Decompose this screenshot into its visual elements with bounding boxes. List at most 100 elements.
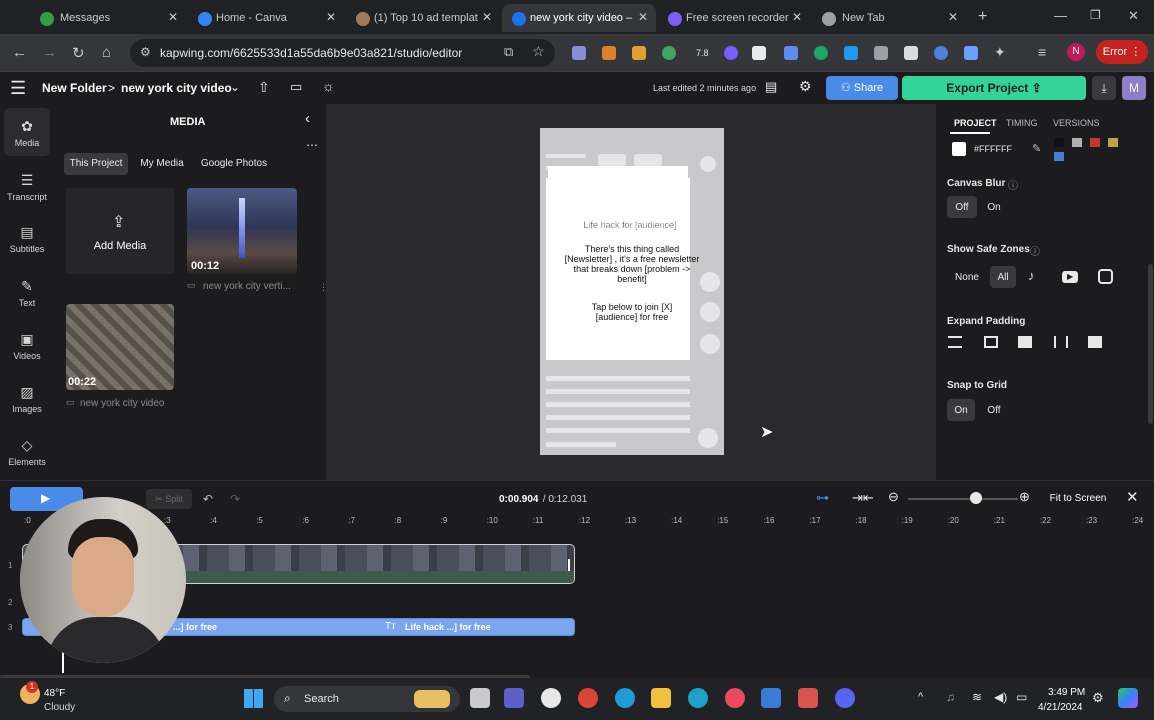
forward-arrow-icon[interactable]: → <box>42 44 57 61</box>
error-button[interactable]: Error ⋮ <box>1096 40 1148 64</box>
padding-sides-icon[interactable] <box>984 336 998 348</box>
swatch[interactable] <box>1108 138 1118 147</box>
install-app-icon[interactable]: ⧉ <box>504 44 513 60</box>
rail-item-text[interactable]: ✎ Text <box>0 278 54 308</box>
weather-desc[interactable]: Cloudy <box>44 702 75 713</box>
close-icon[interactable]: ✕ <box>482 10 492 24</box>
user-avatar[interactable]: M <box>1122 76 1146 100</box>
extension-icon[interactable] <box>572 46 586 60</box>
extension-icon[interactable] <box>632 46 646 60</box>
edge-icon[interactable] <box>688 688 708 708</box>
cortana-icon[interactable] <box>615 688 635 708</box>
clock-date[interactable]: 4/21/2024 <box>1038 702 1083 713</box>
extensions-puzzle-icon[interactable]: ✦ <box>994 44 1006 61</box>
undo-icon[interactable]: ↶ <box>203 492 213 506</box>
rail-item-media[interactable]: ✿ Media <box>0 118 54 148</box>
canvas-blur-off[interactable]: Off <box>947 196 977 218</box>
theme-sun-icon[interactable]: ☼ <box>322 78 335 94</box>
extension-icon[interactable] <box>784 46 798 60</box>
rail-item-videos[interactable]: ▣ Videos <box>0 331 54 361</box>
chrome-icon[interactable] <box>578 688 598 708</box>
padding-center-icon[interactable] <box>1018 336 1032 348</box>
rail-item-transcript[interactable]: ☰ Transcript <box>0 172 54 202</box>
hex-color-value[interactable]: #FFFFFF <box>974 144 1012 154</box>
copilot-icon[interactable] <box>1118 688 1138 708</box>
color-swatch-current[interactable] <box>952 142 966 156</box>
settings-gear-icon[interactable]: ⚙ <box>799 78 812 95</box>
clip-trim-handle[interactable] <box>568 559 570 571</box>
task-view-icon[interactable] <box>470 688 490 708</box>
bookmark-star-icon[interactable]: ☆ <box>532 43 545 60</box>
tab-ad-templates[interactable]: (1) Top 10 ad templat ✕ <box>344 4 500 32</box>
extension-icon[interactable] <box>752 46 766 60</box>
site-info-icon[interactable]: ⚙ <box>140 45 151 59</box>
snap-magnet-icon[interactable]: ⊶ <box>816 490 829 506</box>
extension-icon[interactable] <box>874 46 888 60</box>
close-icon[interactable]: ✕ <box>326 10 336 24</box>
fit-to-screen-button[interactable]: Fit to Screen <box>1042 487 1114 511</box>
help-icon[interactable]: ⓘ <box>1030 243 1040 258</box>
slack-icon[interactable] <box>725 688 745 708</box>
tab-canva[interactable]: Home - Canva ✕ <box>186 4 344 32</box>
tab-kapwing-editor[interactable]: new york city video – ✕ <box>502 4 656 32</box>
caption-headline[interactable]: Life hack for [audience] <box>554 220 706 230</box>
file-explorer-icon[interactable] <box>651 688 671 708</box>
home-icon[interactable]: ⌂ <box>102 44 111 61</box>
store-icon[interactable] <box>761 688 781 708</box>
swatch[interactable] <box>1054 138 1064 147</box>
rail-item-subtitles[interactable]: ▤ Subtitles <box>0 224 54 254</box>
tab-google-photos[interactable]: Google Photos <box>198 153 270 175</box>
comments-icon[interactable]: ▤ <box>765 79 777 95</box>
taskbar-search[interactable]: ⌕ Search <box>274 686 460 712</box>
share-button[interactable]: ⚇ Share <box>826 76 898 100</box>
battery-icon[interactable]: ▭ <box>1016 690 1027 704</box>
new-tab-plus-icon[interactable]: + <box>978 8 987 26</box>
zoom-slider-thumb[interactable] <box>970 492 983 504</box>
snap-grid-on[interactable]: On <box>947 399 975 421</box>
export-project-button[interactable]: Export Project ⇪ <box>902 76 1086 100</box>
padding-top-bottom-icon[interactable] <box>948 336 962 348</box>
canvas-blur-on[interactable]: On <box>980 196 1008 218</box>
dell-icon[interactable] <box>541 688 561 708</box>
extension-icon[interactable] <box>662 46 676 60</box>
profile-avatar[interactable]: N <box>1067 43 1085 61</box>
zoom-in-icon[interactable]: ⊕ <box>1019 489 1030 505</box>
extension-icon[interactable] <box>814 46 828 60</box>
minimize-icon[interactable]: — <box>1054 8 1067 23</box>
close-timeline-icon[interactable]: ✕ <box>1126 488 1139 506</box>
swatch[interactable] <box>1090 138 1100 147</box>
add-media-button[interactable]: ⇪ Add Media <box>66 188 174 274</box>
tab-project[interactable]: PROJECT <box>954 118 997 128</box>
tab-screen-recorder[interactable]: Free screen recorder ✕ <box>658 4 810 32</box>
extension-icon[interactable] <box>964 46 978 60</box>
window-close-icon[interactable]: ✕ <box>1128 8 1139 24</box>
extension-icon[interactable] <box>934 46 948 60</box>
swatch[interactable] <box>1072 138 1082 147</box>
instagram-icon[interactable] <box>1098 269 1113 284</box>
reload-icon[interactable]: ↻ <box>72 44 85 62</box>
padding-vertical-icon[interactable] <box>1054 336 1068 348</box>
extension-icon[interactable] <box>724 46 738 60</box>
caption-cta[interactable]: Tap below to join [X] [audience] for fre… <box>574 302 690 322</box>
microphone-icon[interactable]: ♫ <box>946 690 955 704</box>
tab-search-icon[interactable]: ≡ <box>1038 44 1046 60</box>
panel-scrollbar[interactable] <box>1148 264 1153 424</box>
tab-my-media[interactable]: My Media <box>134 153 190 175</box>
app-icon[interactable] <box>798 688 818 708</box>
close-icon[interactable]: ✕ <box>638 10 648 24</box>
clock-time[interactable]: 3:49 PM <box>1048 687 1085 698</box>
media-thumbnail-nyc-vertical[interactable]: 00:12 <box>187 188 297 274</box>
discord-icon[interactable] <box>835 688 855 708</box>
tab-versions[interactable]: VERSIONS <box>1053 118 1100 128</box>
eyedropper-icon[interactable]: ✎ <box>1032 142 1041 155</box>
extension-icon[interactable] <box>602 46 616 60</box>
safe-zones-none[interactable]: None <box>947 266 987 288</box>
tab-timing[interactable]: TIMING <box>1006 118 1038 128</box>
back-arrow-icon[interactable]: ← <box>12 44 27 61</box>
snap-grid-off[interactable]: Off <box>980 399 1008 421</box>
close-icon[interactable]: ✕ <box>168 10 178 24</box>
tab-new-tab[interactable]: New Tab ✕ <box>812 4 966 32</box>
wifi-icon[interactable]: ≋ <box>972 690 982 704</box>
close-icon[interactable]: ✕ <box>948 10 958 24</box>
zoom-slider-track[interactable] <box>908 498 1018 500</box>
